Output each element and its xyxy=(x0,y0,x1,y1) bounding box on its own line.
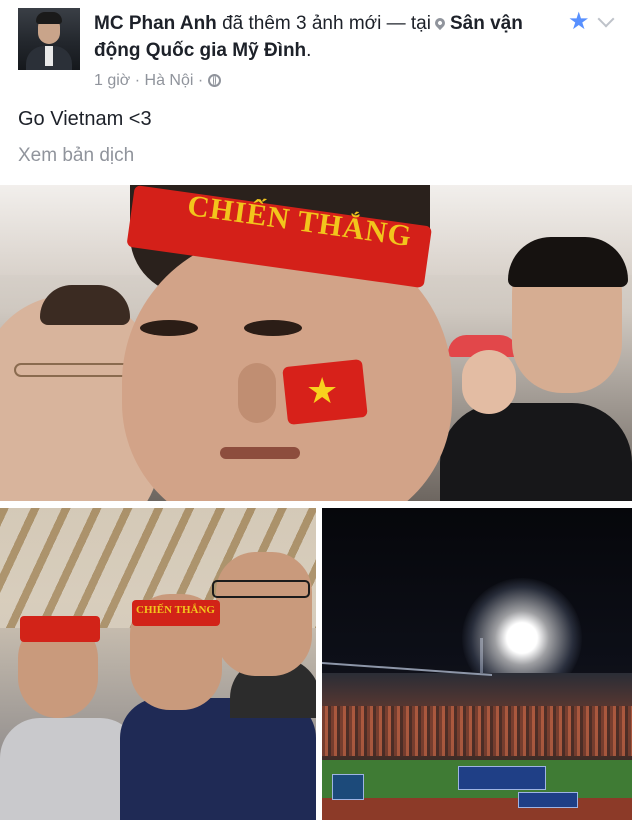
globe-icon[interactable] xyxy=(207,74,221,87)
avatar-hair xyxy=(36,12,62,24)
fan-left-shirt xyxy=(0,718,140,820)
post-headline: MC Phan Anh đã thêm 3 ảnh mới — tại Sân v… xyxy=(94,10,564,64)
fan-right-glasses xyxy=(212,580,310,598)
crowd xyxy=(322,706,632,756)
right-eye xyxy=(244,320,302,336)
track xyxy=(322,798,632,820)
fan-right-face xyxy=(216,552,312,676)
sideline-board xyxy=(518,792,578,808)
post-time[interactable]: 1 giờ xyxy=(94,72,130,89)
woman-face xyxy=(462,350,516,414)
avatar[interactable] xyxy=(18,8,80,70)
post-header: MC Phan Anh đã thêm 3 ảnh mới — tại Sân v… xyxy=(0,0,632,100)
left-fan-hair xyxy=(40,285,130,325)
photo-stadium-night[interactable] xyxy=(322,508,632,820)
star-icon[interactable]: ★ xyxy=(568,8,590,36)
flag-star-icon: ★ xyxy=(306,370,339,411)
left-fan-glasses xyxy=(14,363,136,377)
nose xyxy=(238,363,276,423)
avatar-shirt xyxy=(45,46,53,66)
post-action: đã thêm 3 ảnh mới — tại xyxy=(222,13,431,34)
author-name[interactable]: MC Phan Anh xyxy=(94,13,217,34)
photo-group-selfie[interactable]: CHIẾN THẮNG xyxy=(0,508,316,820)
location-pin-icon xyxy=(432,15,448,31)
meta-separator: · xyxy=(134,72,141,89)
fan-middle-headband-text: CHIẾN THẮNG xyxy=(136,604,215,616)
photo-selfie-main[interactable]: CHIẾN THẮNG ★ xyxy=(0,185,632,501)
headline-period: . xyxy=(306,40,312,61)
meta-separator-2: · xyxy=(197,72,204,89)
mouth xyxy=(220,447,300,459)
post-place[interactable]: Hà Nội xyxy=(145,72,194,89)
left-eye xyxy=(140,320,198,336)
see-translation-link[interactable]: Xem bản dịch xyxy=(18,145,134,167)
right-fan-jacket xyxy=(440,403,632,501)
fan-left-headband xyxy=(20,616,100,642)
right-fan-hair xyxy=(508,237,628,287)
chevron-down-icon[interactable] xyxy=(597,10,615,28)
post-text: Go Vietnam <3 xyxy=(18,108,152,130)
pitch-banner-board xyxy=(458,766,546,790)
left-board xyxy=(332,774,364,800)
post-meta: 1 giờ · Hà Nội · xyxy=(94,70,221,92)
